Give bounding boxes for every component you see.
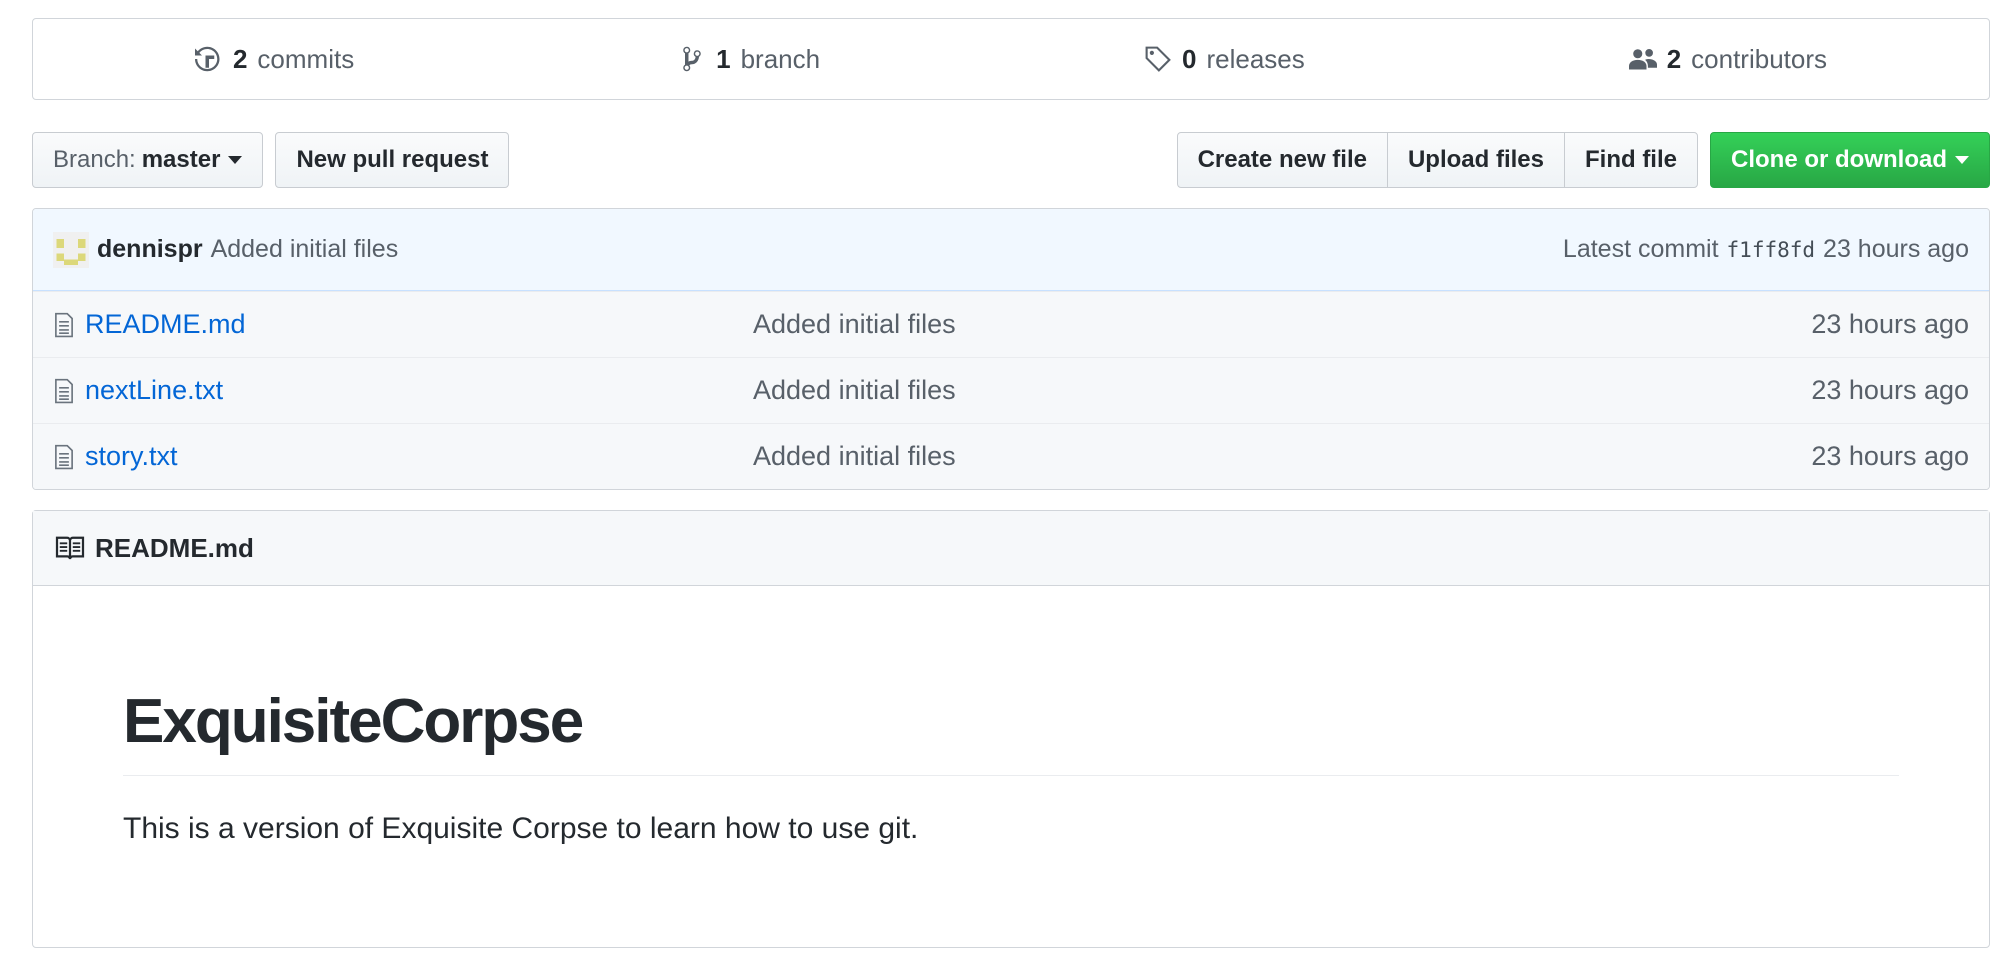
commits-label: commits — [257, 43, 355, 74]
caret-down-icon — [228, 156, 243, 164]
branch-name: master — [141, 146, 221, 173]
file-commit-message-link[interactable]: Added initial files — [753, 309, 1811, 340]
branches-link[interactable]: 1 branch — [678, 44, 820, 75]
file-link[interactable]: story.txt — [85, 441, 178, 472]
branches-label: branch — [740, 43, 821, 74]
file-link[interactable]: README.md — [85, 309, 246, 340]
branch-select-button[interactable]: Branch: master — [32, 132, 264, 188]
file-navigation: Branch: master New pull request Create n… — [32, 132, 1990, 188]
commits-count: 2 — [232, 43, 248, 74]
branch-icon — [683, 46, 701, 72]
clone-or-download-label: Clone or download — [1731, 146, 1947, 173]
commit-sha-link[interactable]: f1ff8fd — [1727, 238, 1816, 262]
commits-link[interactable]: 2 commits — [194, 43, 355, 75]
table-row: README.md Added initial files 23 hours a… — [33, 291, 1989, 357]
find-file-button[interactable]: Find file — [1564, 132, 1698, 188]
file-name-cell: README.md — [53, 309, 753, 340]
releases-count: 0 — [1182, 43, 1197, 74]
file-table: dennispr Added initial files Latest comm… — [32, 208, 1990, 490]
table-row: nextLine.txt Added initial files 23 hour… — [33, 357, 1989, 423]
create-new-file-button[interactable]: Create new file — [1176, 132, 1388, 188]
file-commit-message-link[interactable]: Added initial files — [753, 441, 1811, 472]
readme-filename: README.md — [95, 532, 254, 563]
contributors-count: 2 — [1666, 43, 1682, 74]
avatar[interactable] — [53, 231, 89, 268]
file-age: 23 hours ago — [1811, 309, 1969, 339]
contributors-label: contributors — [1691, 43, 1827, 74]
branch-prefix: Branch: — [53, 146, 136, 173]
tag-icon — [1145, 46, 1171, 72]
repository-page: 2 commits 1 branch 0 releases 2 contribu… — [32, 18, 1990, 948]
clone-or-download-button[interactable]: Clone or download — [1710, 132, 1990, 188]
new-pull-request-button[interactable]: New pull request — [275, 132, 510, 188]
book-icon — [55, 536, 85, 560]
latest-commit-bar: dennispr Added initial files Latest comm… — [33, 209, 1989, 291]
readme-panel: README.md ExquisiteCorpse This is a vers… — [32, 510, 1990, 948]
latest-commit-prefix: Latest commit — [1562, 235, 1719, 263]
branches-count: 1 — [716, 43, 731, 74]
releases-label: releases — [1206, 43, 1305, 74]
upload-files-button[interactable]: Upload files — [1386, 132, 1565, 188]
readme-heading: ExquisiteCorpse — [123, 686, 1899, 776]
releases-link[interactable]: 0 releases — [1144, 44, 1305, 75]
caret-down-icon — [1955, 156, 1969, 164]
file-link[interactable]: nextLine.txt — [85, 375, 223, 406]
file-icon — [55, 444, 73, 469]
repo-summary-bar: 2 commits 1 branch 0 releases 2 contribu… — [32, 18, 1990, 100]
file-age: 23 hours ago — [1811, 375, 1969, 405]
file-commit-message-link[interactable]: Added initial files — [753, 375, 1811, 406]
people-icon — [1628, 49, 1657, 70]
table-row: story.txt Added initial files 23 hours a… — [33, 423, 1989, 489]
contributors-link[interactable]: 2 contributors — [1628, 43, 1827, 75]
readme-paragraph: This is a version of Exquisite Corpse to… — [123, 812, 919, 845]
latest-commit-meta: Latest commit f1ff8fd 23 hours ago — [1563, 235, 1969, 264]
file-name-cell: nextLine.txt — [53, 375, 753, 406]
file-name-cell: story.txt — [53, 441, 753, 472]
readme-content: ExquisiteCorpse This is a version of Exq… — [33, 586, 1989, 846]
latest-commit-age: 23 hours ago — [1823, 235, 1969, 263]
file-age: 23 hours ago — [1811, 441, 1969, 471]
commit-message-link[interactable]: Added initial files — [211, 235, 399, 264]
readme-header: README.md — [33, 511, 1989, 586]
file-icon — [55, 312, 73, 337]
file-actions-group: Create new file Upload files Find file — [1176, 132, 1698, 188]
commit-author-link[interactable]: dennispr — [97, 235, 203, 264]
history-icon — [194, 46, 220, 72]
file-icon — [55, 378, 73, 403]
